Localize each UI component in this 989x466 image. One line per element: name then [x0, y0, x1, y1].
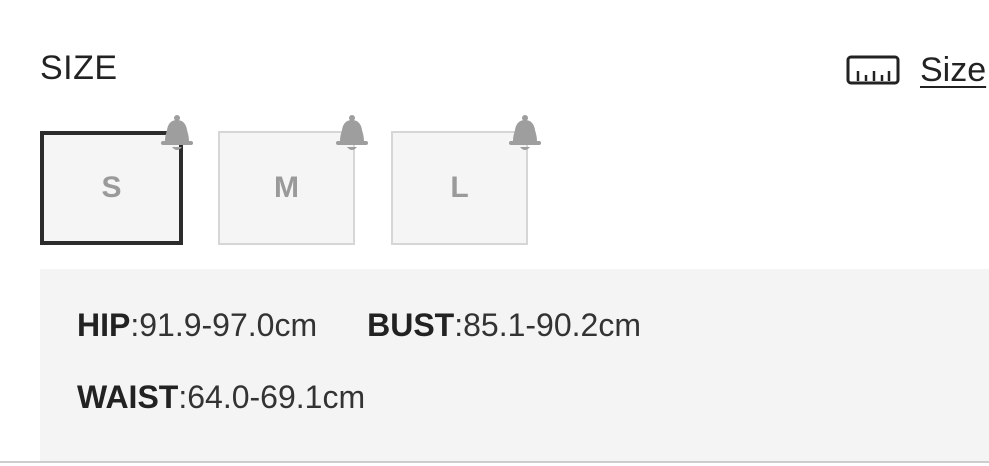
bust-value: :85.1-90.2cm — [454, 307, 641, 343]
measurement-row: WAIST:64.0-69.1cm — [77, 377, 365, 417]
size-option-label: M — [274, 171, 299, 204]
bottom-divider — [0, 461, 989, 463]
hip-label: HIP — [77, 307, 131, 343]
hip-value: :91.9-97.0cm — [130, 307, 318, 343]
bell-icon[interactable] — [334, 114, 370, 154]
waist-value: :64.0-69.1cm — [178, 379, 366, 415]
size-guide-link[interactable]: Size — [846, 50, 986, 90]
size-guide-label[interactable]: Size — [920, 50, 986, 90]
size-option-label: S — [101, 171, 122, 204]
ruler-icon — [846, 55, 900, 85]
bell-icon[interactable] — [507, 114, 543, 154]
size-option-label: L — [450, 171, 469, 204]
measurement-row: HIP:91.9-97.0cm BUST:85.1-90.2cm — [77, 305, 641, 345]
measurements-panel: HIP:91.9-97.0cm BUST:85.1-90.2cm WAIST:64… — [40, 269, 989, 461]
bell-icon[interactable] — [159, 114, 195, 154]
waist-label: WAIST — [77, 379, 179, 415]
size-title: SIZE — [40, 49, 118, 87]
bust-label: BUST — [367, 307, 455, 343]
